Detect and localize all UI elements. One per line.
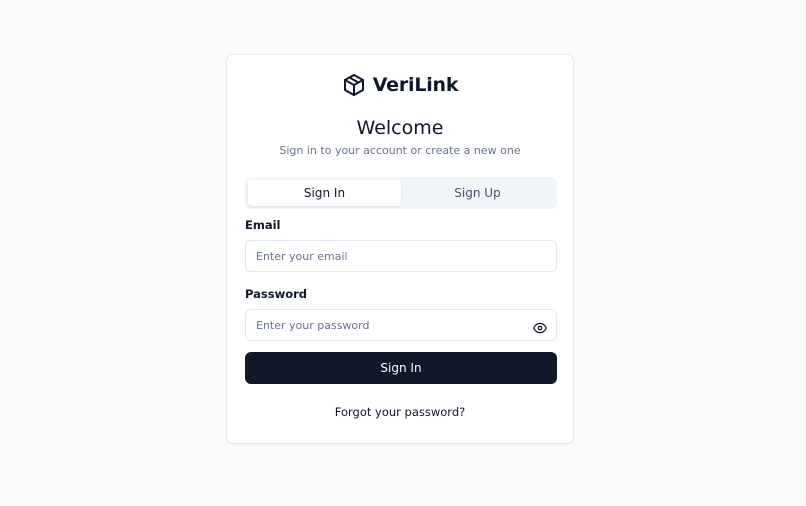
- sign-in-button[interactable]: Sign In: [245, 352, 557, 384]
- email-field[interactable]: [246, 241, 516, 271]
- tab-sign-up[interactable]: Sign Up: [401, 180, 554, 206]
- password-label: Password: [245, 287, 307, 301]
- auth-tabs: Sign In Sign Up: [245, 177, 557, 209]
- forgot-password-link[interactable]: Forgot your password?: [227, 405, 573, 419]
- page-title: Welcome: [356, 117, 444, 139]
- eye-icon[interactable]: [532, 319, 548, 334]
- tab-sign-in[interactable]: Sign In: [248, 180, 401, 206]
- password-field[interactable]: [246, 310, 516, 340]
- box-icon: [342, 73, 366, 97]
- page-subtitle: Sign in to your account or create a new …: [279, 144, 521, 157]
- password-field-box: [245, 309, 557, 341]
- email-label: Email: [245, 218, 281, 232]
- login-card: VeriLink Welcome Sign in to your account…: [226, 54, 574, 444]
- email-field-box: [245, 240, 557, 272]
- brand: VeriLink: [227, 73, 573, 97]
- brand-name: VeriLink: [372, 74, 459, 96]
